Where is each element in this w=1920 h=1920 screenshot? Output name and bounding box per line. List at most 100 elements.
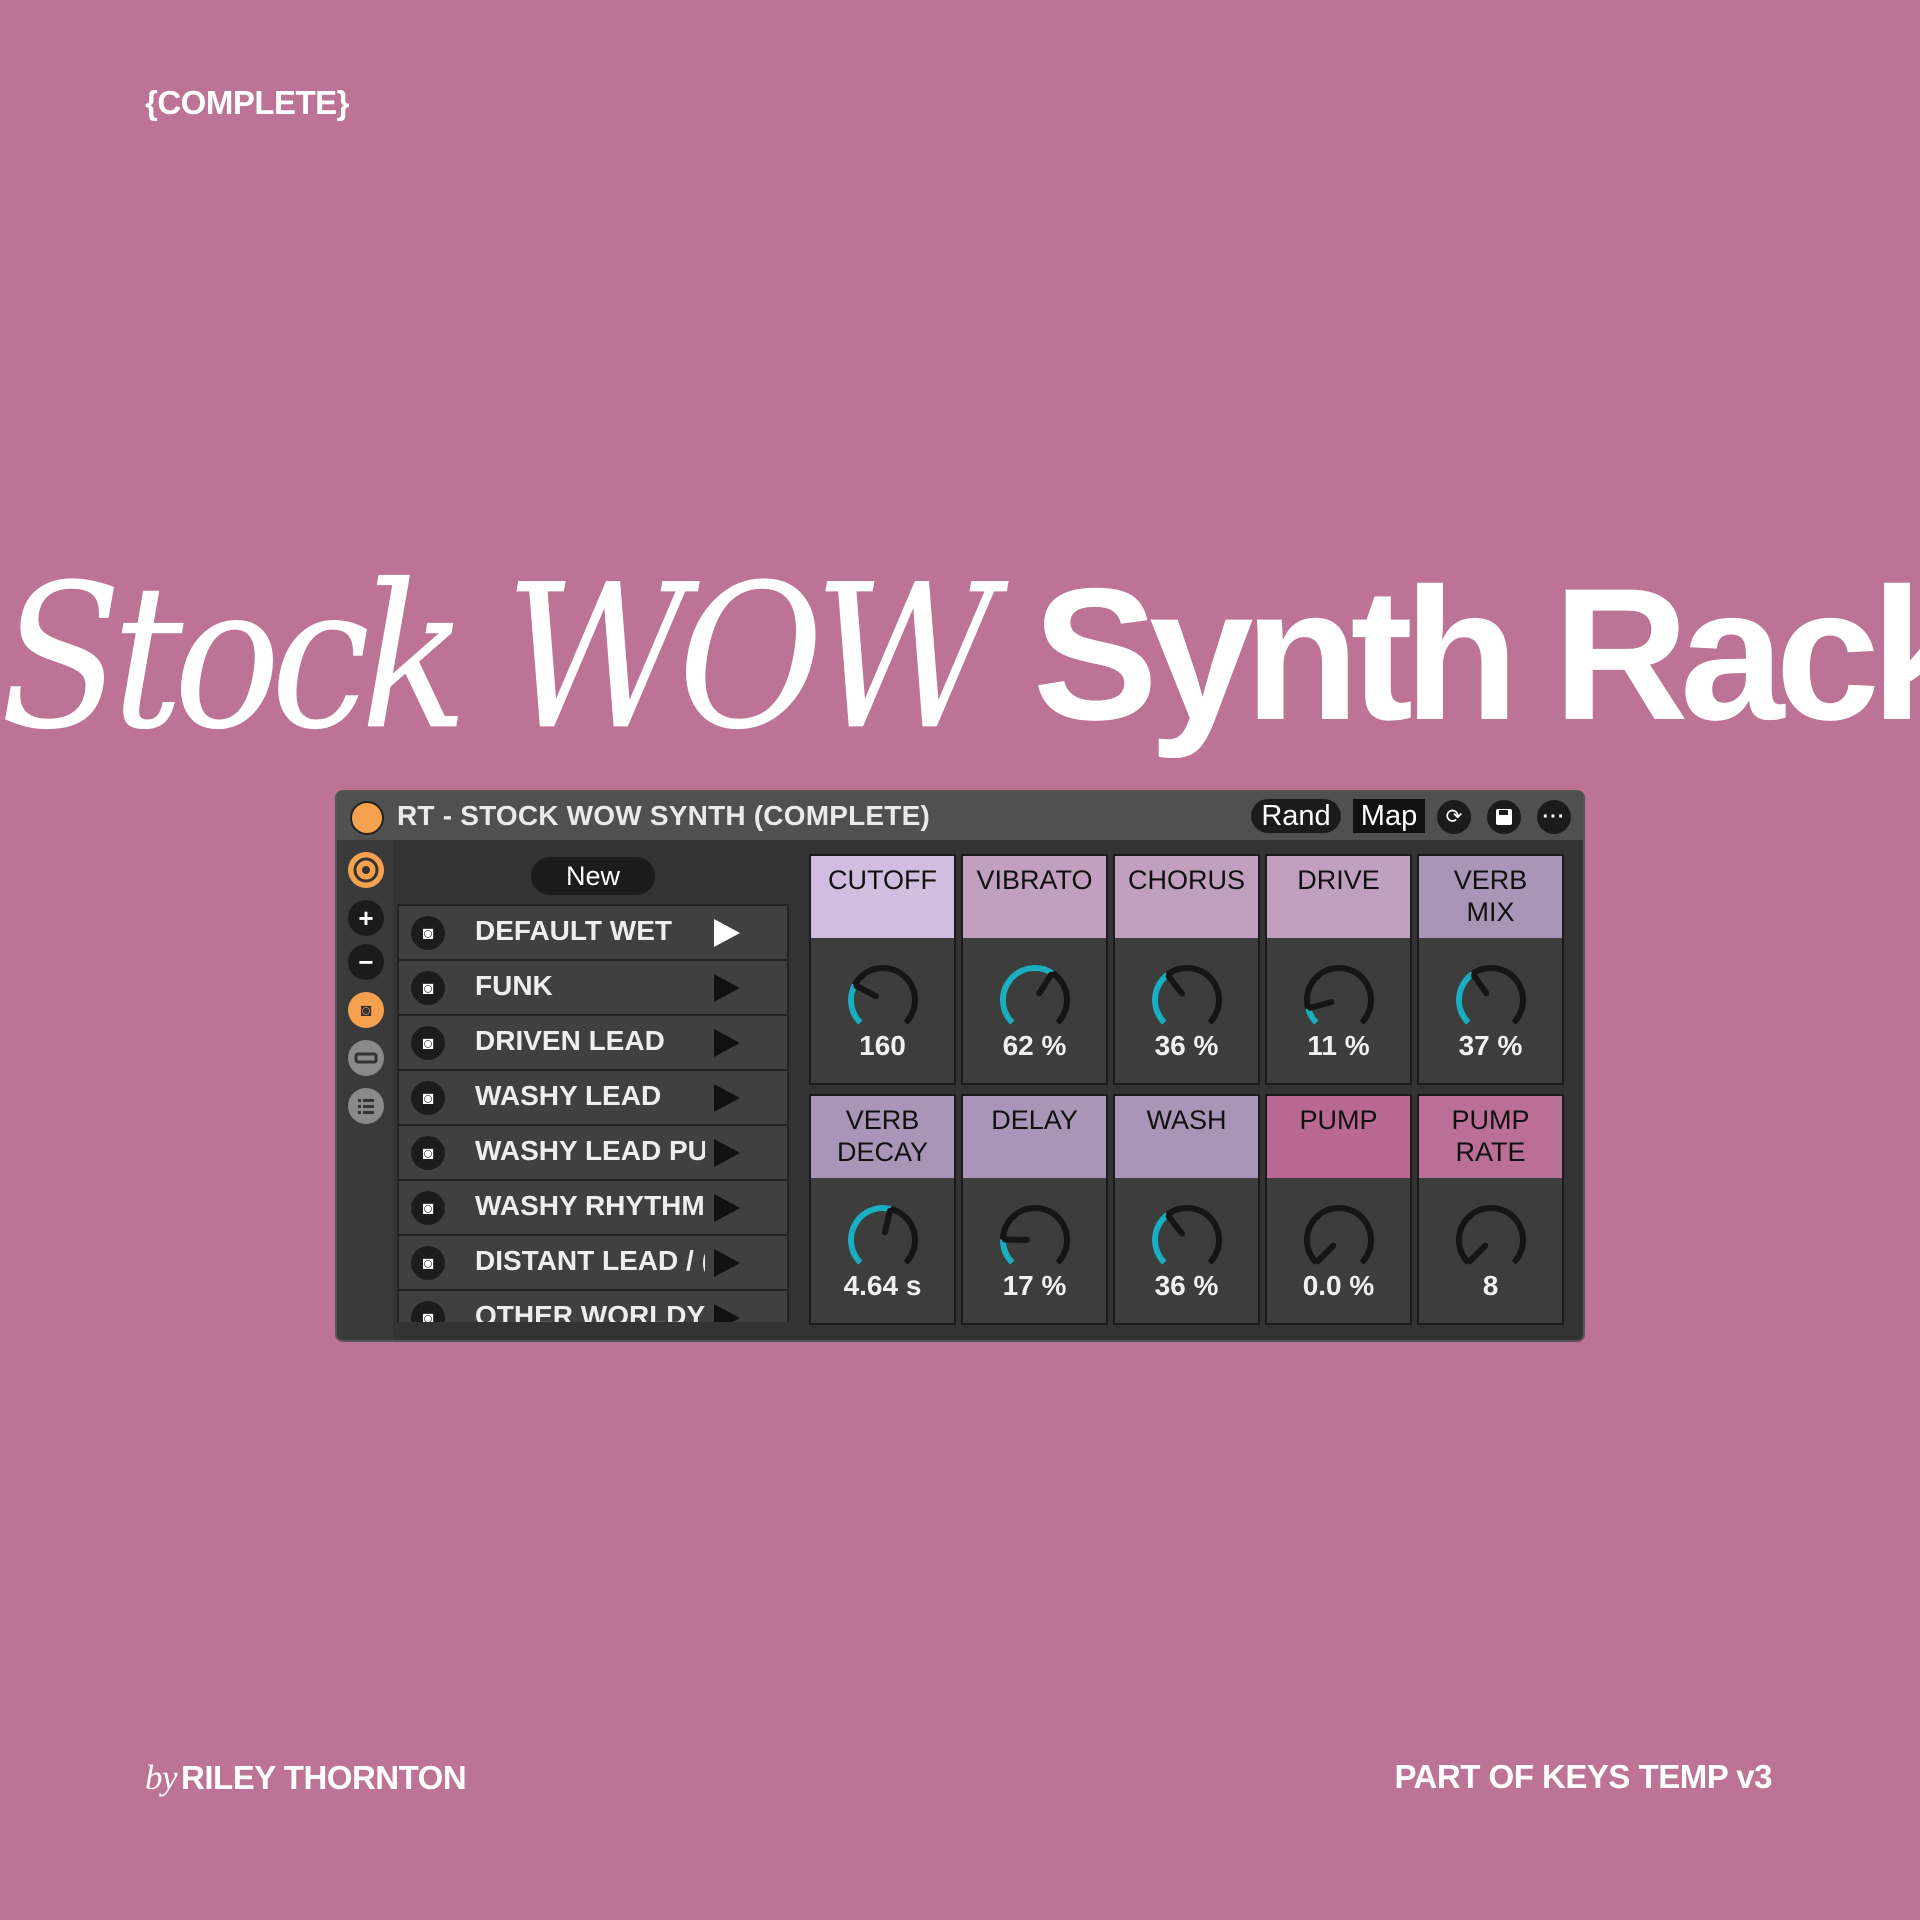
author-credit: by RILEY THORNTON [145, 1758, 467, 1798]
knob-needle [1466, 1242, 1489, 1265]
preset-list: ◙ DEFAULT WET ◙ FUNK ◙ DRIVEN LEAD ◙ WASHY LEAD… [397, 904, 789, 1322]
macro-label: PUMP RATE [1419, 1096, 1562, 1178]
knob-needle [1165, 1213, 1186, 1237]
macro-value: 17 % [1002, 1270, 1067, 1301]
pack-credit: PART OF KEYS TEMP v3 [1394, 1758, 1772, 1795]
preset-name: DRIVEN LEAD [475, 1025, 665, 1056]
macro-value: 36 % [1154, 1270, 1219, 1301]
page-title: Stock WOW Synth Rack [0, 549, 1920, 759]
rand-button[interactable]: Rand [1251, 799, 1341, 833]
snapshot-icon[interactable]: ◙ [348, 992, 384, 1028]
macro-verb-mix[interactable]: VERB MIX 37 % [1417, 854, 1564, 1085]
knob-value-arc [848, 1205, 892, 1265]
play-icon[interactable] [714, 1194, 740, 1222]
preset-item[interactable]: ◙ WASHY LEAD [397, 1071, 789, 1126]
knob-track [1304, 965, 1374, 1025]
list-icon[interactable] [348, 1088, 384, 1124]
macro-label: PUMP [1267, 1096, 1410, 1178]
title-sans: Synth Rack [1032, 549, 1920, 759]
device-title: RT - STOCK WOW SYNTH (COMPLETE) [397, 800, 930, 831]
macro-label: VERB DECAY [811, 1096, 954, 1178]
macro-value: 62 % [1002, 1030, 1067, 1061]
knob-needle [1036, 971, 1055, 997]
map-button[interactable]: Map [1353, 799, 1425, 833]
play-icon[interactable] [714, 1139, 740, 1167]
refresh-icon[interactable]: ⟳ [1437, 800, 1471, 834]
macro-value: 4.64 s [843, 1270, 922, 1301]
preset-name: WASHY RHYTHM [475, 1190, 705, 1221]
camera-icon[interactable]: ◙ [411, 1136, 445, 1170]
knob-needle [853, 982, 879, 1000]
macro-value: 37 % [1458, 1030, 1523, 1061]
preset-item[interactable]: ◙ DISTANT LEAD / ( [397, 1236, 789, 1291]
preset-item[interactable]: ◙ FUNK [397, 961, 789, 1016]
preset-name: OTHER WORLDY [475, 1300, 705, 1322]
macro-label: VERB MIX [1419, 856, 1562, 938]
macro-verb-decay[interactable]: VERB DECAY 4.64 s [809, 1094, 956, 1325]
macro-label: VIBRATO [963, 856, 1106, 938]
camera-icon[interactable]: ◙ [411, 1026, 445, 1060]
by-label: by [145, 1758, 178, 1797]
preset-name: DEFAULT WET [475, 915, 673, 946]
play-icon[interactable] [714, 919, 740, 947]
knob-value-arc [1152, 1212, 1170, 1265]
add-macro-icon[interactable]: + [348, 900, 384, 936]
camera-icon[interactable]: ◙ [411, 1191, 445, 1225]
macro-value: 8 [1482, 1270, 1499, 1301]
knob-value-arc [1000, 964, 1054, 1025]
preset-item[interactable]: ◙ WASHY RHYTHM [397, 1181, 789, 1236]
knob-value-arc [999, 1239, 1015, 1265]
play-icon[interactable] [714, 1029, 740, 1057]
author-name: RILEY THORNTON [181, 1759, 467, 1796]
knob-needle [1165, 973, 1186, 997]
remove-macro-icon[interactable]: − [348, 944, 384, 980]
macro-wash[interactable]: WASH 36 % [1113, 1094, 1260, 1325]
macro-value: 36 % [1154, 1030, 1219, 1061]
knob-needle [1314, 1242, 1337, 1265]
chain-icon[interactable] [348, 1040, 384, 1076]
preset-name: DISTANT LEAD / ( [475, 1245, 705, 1276]
knob-value-arc [1152, 972, 1170, 1025]
more-options-icon[interactable]: ··· [1537, 800, 1571, 834]
preset-name: WASHY LEAD PU [475, 1135, 705, 1166]
preset-item[interactable]: ◙ DRIVEN LEAD [397, 1016, 789, 1071]
knob-needle [1307, 999, 1335, 1011]
macro-label: WASH [1115, 1096, 1258, 1178]
macro-chorus[interactable]: CHORUS 36 % [1113, 854, 1260, 1085]
macro-pump[interactable]: PUMP 0.0 % [1265, 1094, 1412, 1325]
macro-cutoff[interactable]: CUTOFF 160 [809, 854, 956, 1085]
knob-needle [881, 1207, 894, 1236]
play-icon[interactable] [714, 1304, 740, 1322]
camera-icon[interactable]: ◙ [411, 971, 445, 1005]
preset-item[interactable]: ◙ WASHY LEAD PU [397, 1126, 789, 1181]
knob-track [1000, 1205, 1070, 1265]
knob-value-arc [848, 983, 863, 1025]
preset-item[interactable]: ◙ OTHER WORLDY [397, 1291, 789, 1322]
macro-pump-rate[interactable]: PUMP RATE 8 [1417, 1094, 1564, 1325]
device-power-button[interactable] [350, 801, 384, 835]
macro-label: CHORUS [1115, 856, 1258, 938]
camera-icon[interactable]: ◙ [411, 1301, 445, 1322]
macro-delay[interactable]: DELAY 17 % [961, 1094, 1108, 1325]
knob-track [1304, 1205, 1374, 1265]
play-icon[interactable] [714, 1084, 740, 1112]
preset-item[interactable]: ◙ DEFAULT WET [397, 904, 789, 961]
camera-icon[interactable]: ◙ [411, 1246, 445, 1280]
camera-icon[interactable]: ◙ [411, 1081, 445, 1115]
save-icon[interactable] [1487, 800, 1521, 834]
complete-tag: {COMPLETE} [145, 84, 350, 121]
macro-label: DRIVE [1267, 856, 1410, 938]
camera-icon[interactable]: ◙ [411, 916, 445, 950]
macro-drive[interactable]: DRIVE 11 % [1265, 854, 1412, 1085]
knob-value-arc [1456, 971, 1475, 1025]
preset-name: FUNK [475, 970, 553, 1001]
macro-value: 11 % [1307, 1030, 1370, 1061]
play-icon[interactable] [714, 974, 740, 1002]
device-title-bar: RT - STOCK WOW SYNTH (COMPLETE) Rand Map… [337, 792, 1583, 840]
new-preset-button[interactable]: New [531, 857, 655, 895]
macro-vibrato[interactable]: VIBRATO 62 % [961, 854, 1108, 1085]
device-rack: RT - STOCK WOW SYNTH (COMPLETE) Rand Map… [337, 792, 1583, 1340]
play-icon[interactable] [714, 1249, 740, 1277]
rack-sidebar: + − ◙ [337, 840, 393, 1340]
macro-map-icon[interactable] [348, 852, 384, 888]
